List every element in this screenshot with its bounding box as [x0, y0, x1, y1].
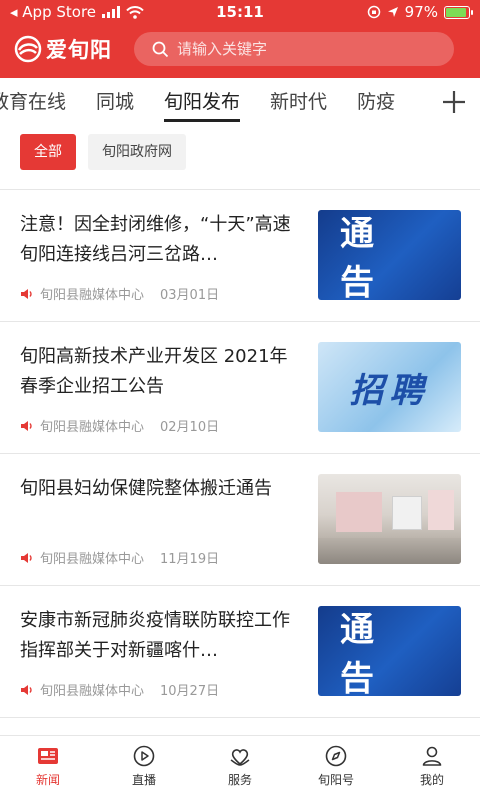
search-input[interactable] — [177, 40, 437, 58]
battery-icon — [444, 5, 473, 19]
search-icon — [152, 41, 169, 57]
nav-xunyang-account[interactable]: 旬阳号 — [288, 736, 384, 800]
thumbnail-room-door — [392, 496, 422, 530]
nav-label: 我的 — [419, 773, 444, 787]
news-meta: 旬阳县融媒体中心 10月27日 — [20, 680, 219, 699]
speaker-icon — [21, 552, 32, 563]
speaker-icon — [21, 684, 32, 695]
speaker-icon — [21, 420, 32, 431]
news-thumbnail: 通 告 — [318, 606, 461, 696]
profile-icon — [422, 746, 442, 766]
tab-new-era[interactable]: 新时代 — [270, 78, 327, 126]
tab-xunyang-release[interactable]: 旬阳发布 — [164, 78, 241, 126]
news-item[interactable]: 旬阳高新技术产业开发区 2021年春季企业招工公告 旬阳县融媒体中心 02月10… — [0, 322, 480, 454]
nav-label: 服务 — [227, 773, 252, 787]
filter-chips: 全部 旬阳政府网 — [20, 134, 186, 170]
app-logo[interactable]: 爱旬阳 — [14, 34, 112, 64]
news-thumbnail — [318, 474, 461, 564]
news-thumbnail: 招聘 — [318, 342, 461, 432]
news-title: 旬阳高新技术产业开发区 2021年春季企业招工公告 — [20, 346, 288, 397]
thumbnail-text: 通 告 — [340, 610, 396, 696]
news-title: 旬阳县妇幼保健院整体搬迁通告 — [20, 478, 272, 499]
top-bar: ◂ App Store 15:11 97% 爱旬阳 请输入关键字 — [0, 0, 480, 78]
news-meta: 旬阳县融媒体中心 11月19日 — [20, 548, 219, 567]
news-source: 旬阳县融媒体中心 — [40, 288, 145, 303]
service-heart-icon — [230, 749, 250, 766]
news-title: 安康市新冠肺炎疫情联防联控工作指挥部关于对新疆喀什… — [20, 610, 290, 661]
screen-lock-icon — [367, 5, 380, 19]
status-bar: ◂ App Store 15:11 97% — [0, 0, 480, 26]
nav-label: 直播 — [131, 773, 156, 787]
tab-epidemic[interactable]: 防疫 — [357, 78, 395, 126]
news-date: 02月10日 — [160, 420, 220, 435]
news-date: 03月01日 — [160, 288, 220, 303]
logo-swirl-icon — [14, 35, 42, 63]
news-source: 旬阳县融媒体中心 — [40, 420, 145, 435]
news-thumbnail: 通 告 — [318, 210, 461, 300]
nav-live[interactable]: 直播 — [96, 736, 192, 800]
thumbnail-room-panel — [428, 490, 454, 530]
news-source: 旬阳县融媒体中心 — [40, 684, 145, 699]
thumbnail-room-floor — [318, 538, 461, 564]
nav-news[interactable]: 新闻 — [0, 736, 96, 800]
nav-label: 旬阳号 — [317, 773, 354, 787]
news-date: 11月19日 — [160, 552, 220, 567]
app-header: 爱旬阳 — [0, 28, 480, 72]
news-item[interactable]: 安康市新冠肺炎疫情联防联控工作指挥部关于对新疆喀什… 旬阳县融媒体中心 10月2… — [0, 586, 480, 718]
bottom-nav: 新闻 直播 服务 旬阳号 我的 — [0, 735, 480, 800]
compass-icon — [325, 745, 347, 767]
nav-label: 新闻 — [35, 773, 60, 787]
news-source: 旬阳县融媒体中心 — [40, 552, 145, 567]
chip-government-site[interactable]: 旬阳政府网 — [88, 134, 186, 170]
thumbnail-text: 招聘 — [349, 370, 430, 411]
thumbnail-text: 通 告 — [340, 214, 396, 300]
logo-text: 爱旬阳 — [46, 37, 112, 62]
nav-service[interactable]: 服务 — [192, 736, 288, 800]
chip-all[interactable]: 全部 — [20, 134, 76, 170]
news-item[interactable]: 旬阳县妇幼保健院整体搬迁通告 旬阳县融媒体中心 11月19日 — [0, 454, 480, 586]
news-item[interactable]: 注意！因全封闭维修，“十天”高速旬阳连接线吕河三岔路… 旬阳县融媒体中心 03月… — [0, 190, 480, 322]
add-channel-icon[interactable] — [440, 88, 468, 116]
nav-profile[interactable]: 我的 — [384, 736, 480, 800]
news-meta: 旬阳县融媒体中心 03月01日 — [20, 284, 219, 303]
tab-local[interactable]: 同城 — [96, 78, 134, 126]
speaker-icon — [21, 288, 32, 299]
search-box[interactable] — [134, 32, 454, 66]
location-arrow-icon — [387, 7, 398, 17]
news-date: 10月27日 — [160, 684, 220, 699]
thumbnail-room-wall — [336, 492, 382, 532]
battery-percent: 97% — [404, 3, 438, 21]
live-play-icon — [133, 745, 155, 767]
news-icon — [38, 748, 58, 764]
news-meta: 旬阳县融媒体中心 02月10日 — [20, 416, 219, 435]
channel-tabs: 教育在线 同城 旬阳发布 新时代 防疫 — [0, 78, 480, 126]
news-title: 注意！因全封闭维修，“十天”高速旬阳连接线吕河三岔路… — [20, 214, 291, 265]
tab-education[interactable]: 教育在线 — [0, 78, 66, 126]
